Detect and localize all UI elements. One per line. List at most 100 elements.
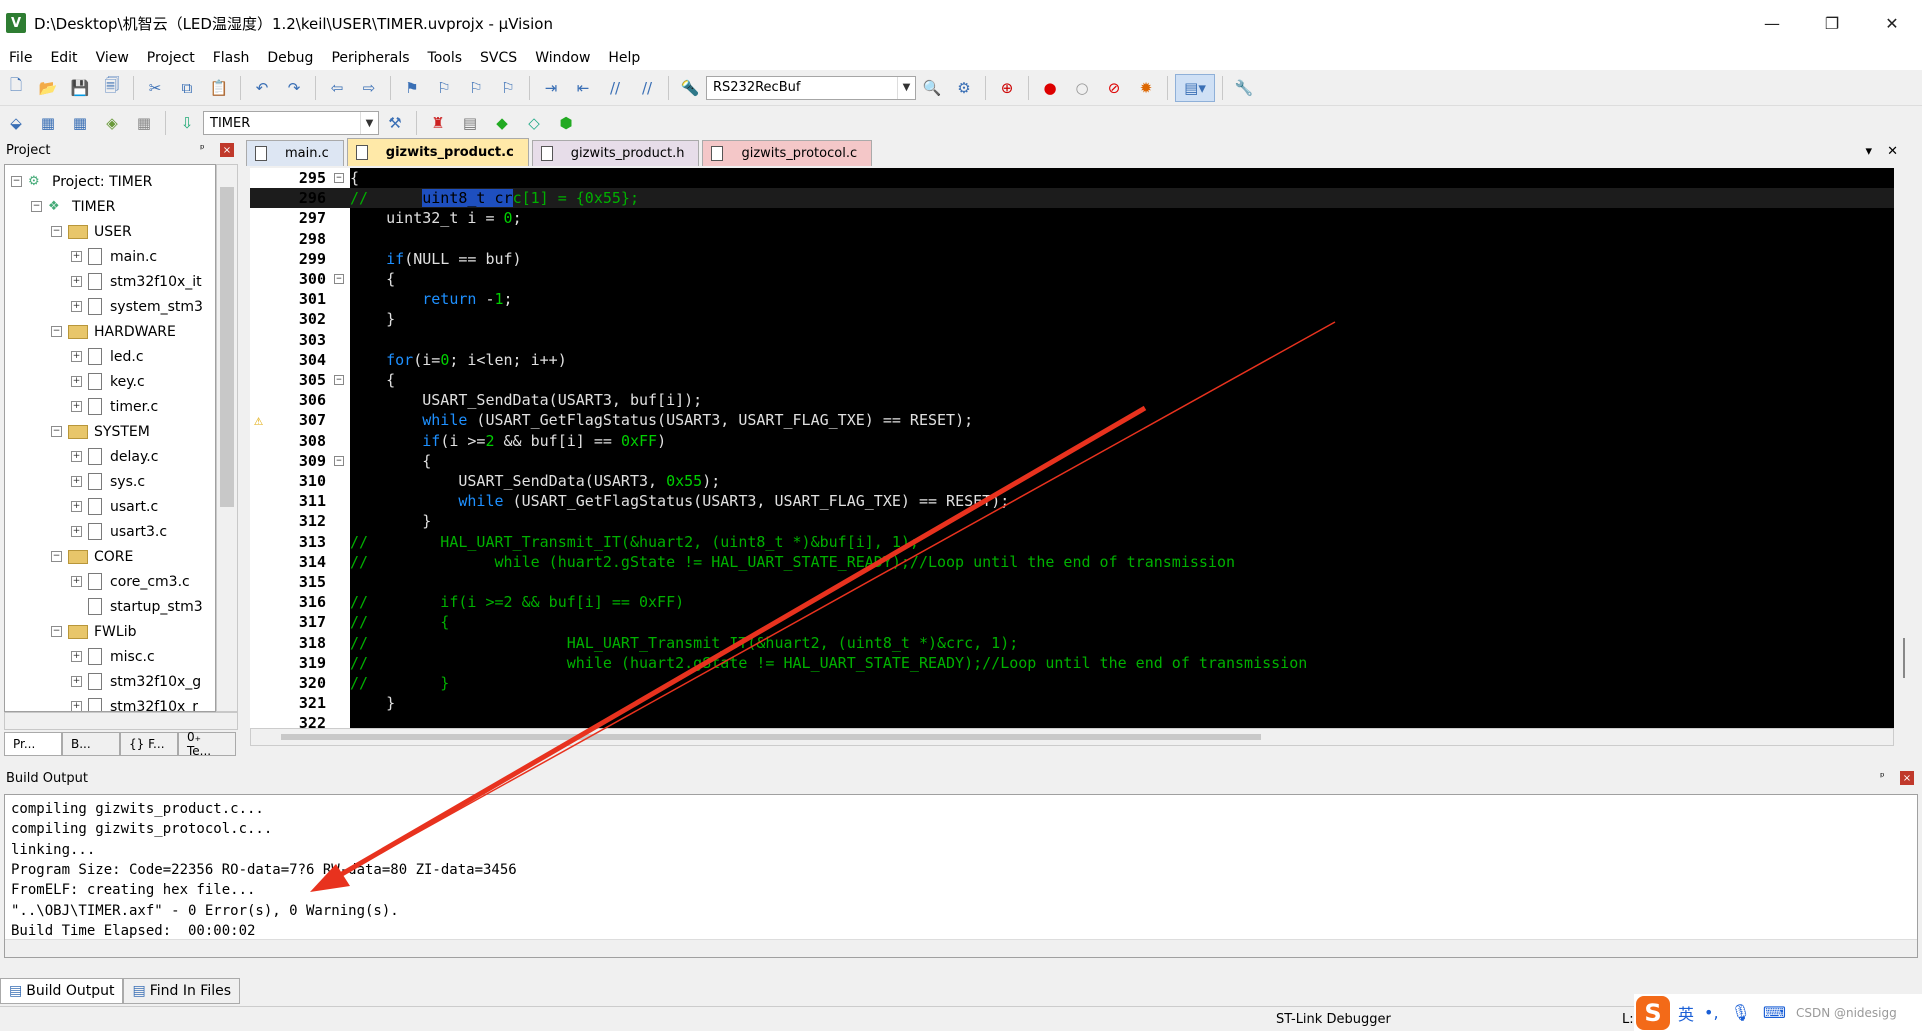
tree-item[interactable]: + core_cm3.c xyxy=(71,569,190,594)
tree-expander-icon[interactable]: − xyxy=(51,551,62,562)
translate-icon[interactable]: ⬙ xyxy=(2,109,30,137)
tree-expander-icon[interactable]: + xyxy=(71,351,82,362)
tree-expander-icon[interactable]: + xyxy=(71,476,82,487)
tree-item[interactable]: − ⚙ Project: TIMER xyxy=(11,169,152,194)
editor-vscrollbar[interactable] xyxy=(1894,168,1914,728)
fold-toggle-icon[interactable]: − xyxy=(334,173,344,183)
code-line[interactable]: 315 xyxy=(250,572,1894,592)
code-line[interactable]: 300− { xyxy=(250,269,1894,289)
tree-expander-icon[interactable]: + xyxy=(71,526,82,537)
pin-icon[interactable]: ᵖ xyxy=(1880,770,1885,783)
tree-item[interactable]: + stm32f10x_r xyxy=(71,694,198,711)
tree-expander-icon[interactable]: − xyxy=(11,176,22,187)
code-line[interactable]: 301 return -1; xyxy=(250,289,1894,309)
find-in-files-icon[interactable]: 🔦 xyxy=(676,74,704,102)
window-layout-icon[interactable]: ▤▾ xyxy=(1175,73,1215,102)
close-icon[interactable]: × xyxy=(1900,771,1914,785)
tree-item[interactable]: − SYSTEM xyxy=(51,419,150,444)
menu-debug[interactable]: Debug xyxy=(258,50,322,66)
code-line[interactable]: 308 if(i >=2 && buf[i] == 0xFF) xyxy=(250,431,1894,451)
clear-bookmarks-icon[interactable]: ⚐ xyxy=(494,74,522,102)
code-line[interactable]: 316 // if(i >=2 && buf[i] == 0xFF) xyxy=(250,592,1894,612)
fold-toggle-icon[interactable]: − xyxy=(334,274,344,284)
navigate-forward-icon[interactable]: ⇨ xyxy=(355,74,383,102)
tab-list-icon[interactable]: ▾ xyxy=(1865,144,1872,159)
code-line[interactable]: 306 USART_SendData(USART3, buf[i]); xyxy=(250,390,1894,410)
code-line[interactable]: 319 // while (huart2.gState != HAL_UART_S… xyxy=(250,653,1894,673)
tree-item[interactable]: + usart3.c xyxy=(71,519,167,544)
menu-file[interactable]: File xyxy=(0,50,41,66)
undo-icon[interactable]: ↶ xyxy=(248,74,276,102)
code-line[interactable]: 295−{ xyxy=(250,168,1894,188)
editor-tab[interactable]: gizwits_protocol.c xyxy=(702,140,873,166)
tree-item[interactable]: + delay.c xyxy=(71,444,158,469)
editor-tab[interactable]: gizwits_product.c xyxy=(346,138,529,166)
tree-expander-icon[interactable]: + xyxy=(71,501,82,512)
tree-item[interactable]: + led.c xyxy=(71,344,144,369)
comment-icon[interactable]: // xyxy=(601,74,629,102)
tree-expander-icon[interactable]: + xyxy=(71,576,82,587)
bookmark-icon[interactable]: ⚑ xyxy=(398,74,426,102)
paste-icon[interactable]: 📋 xyxy=(205,74,233,102)
tree-item[interactable]: − USER xyxy=(51,219,132,244)
incremental-find-icon[interactable]: ⚙ xyxy=(950,74,978,102)
code-line[interactable]: 318 // HAL_UART_Transmit_IT(&huart2, (uin… xyxy=(250,633,1894,653)
breakpoint-icon[interactable]: ● xyxy=(1036,74,1064,102)
editor-tab[interactable]: gizwits_product.h xyxy=(531,140,700,166)
unindent-icon[interactable]: ⇤ xyxy=(569,74,597,102)
tree-item[interactable]: + stm32f10x_g xyxy=(71,669,201,694)
menu-tools[interactable]: Tools xyxy=(419,50,472,66)
code-editor[interactable]: 295−{296// uint8_t crc[1] = {0x55}; 297 u… xyxy=(250,168,1894,728)
code-line[interactable]: 320 // } xyxy=(250,673,1894,693)
menu-flash[interactable]: Flash xyxy=(204,50,259,66)
tree-expander-icon[interactable]: − xyxy=(51,226,62,237)
target-options-icon[interactable]: ⚒ xyxy=(381,109,409,137)
punctuation-icon[interactable]: •, xyxy=(1704,1003,1719,1022)
tree-item[interactable]: + main.c xyxy=(71,244,157,269)
find-combo[interactable]: RS232RecBuf ▼ xyxy=(706,75,916,100)
editor-hscrollbar[interactable] xyxy=(250,728,1894,746)
build-output-hscrollbar[interactable] xyxy=(5,939,1917,957)
tree-item[interactable]: + misc.c xyxy=(71,644,155,669)
pack-installer-icon[interactable]: ◇ xyxy=(520,109,548,137)
stop-build-icon[interactable]: ▦ xyxy=(130,109,158,137)
code-line[interactable]: 303 xyxy=(250,330,1894,350)
tree-expander-icon[interactable]: + xyxy=(71,301,82,312)
tree-item[interactable]: startup_stm3 xyxy=(71,594,203,619)
find-icon[interactable]: 🔍 xyxy=(918,74,946,102)
menu-window[interactable]: Window xyxy=(526,50,599,66)
tree-expander-icon[interactable]: + xyxy=(71,276,82,287)
uncomment-icon[interactable]: // xyxy=(633,74,661,102)
menu-svcs[interactable]: SVCS xyxy=(471,50,526,66)
project-panel-tab[interactable]: 0₊ Te... xyxy=(178,730,236,758)
code-line[interactable]: 311 while (USART_GetFlagStatus(USART3, U… xyxy=(250,491,1894,511)
project-tree-hscrollbar[interactable] xyxy=(4,712,238,730)
tree-expander-icon[interactable]: − xyxy=(31,201,42,212)
keyboard-icon[interactable]: ⌨ xyxy=(1763,1003,1786,1022)
tree-item[interactable]: − CORE xyxy=(51,544,133,569)
code-line[interactable]: 317 // { xyxy=(250,612,1894,632)
code-line[interactable]: 305− { xyxy=(250,370,1894,390)
tree-item[interactable]: + usart.c xyxy=(71,494,158,519)
output-tab[interactable]: ▤ Build Output xyxy=(0,978,124,1004)
kill-all-breakpoints-icon[interactable]: ✹ xyxy=(1132,74,1160,102)
tree-item[interactable]: + stm32f10x_it xyxy=(71,269,202,294)
build-icon[interactable]: ▦ xyxy=(34,109,62,137)
indent-icon[interactable]: ⇥ xyxy=(537,74,565,102)
select-packs-icon[interactable]: ▤ xyxy=(456,109,484,137)
scroll-thumb[interactable] xyxy=(281,734,1261,740)
chevron-down-icon[interactable]: ▼ xyxy=(360,112,378,134)
scroll-thumb[interactable] xyxy=(220,187,234,507)
code-line[interactable]: 307 ⚠ while (USART_GetFlagStatus(USART3, … xyxy=(250,410,1894,430)
code-line[interactable]: 310 USART_SendData(USART3, 0x55); xyxy=(250,471,1894,491)
tree-expander-icon[interactable]: − xyxy=(51,626,62,637)
tree-expander-icon[interactable]: + xyxy=(71,676,82,687)
fold-toggle-icon[interactable]: − xyxy=(334,455,344,466)
download-icon[interactable]: ⇩ xyxy=(173,109,201,137)
disable-all-breakpoints-icon[interactable]: ⊘ xyxy=(1100,74,1128,102)
code-line[interactable]: 322 xyxy=(250,713,1894,728)
menu-help[interactable]: Help xyxy=(599,50,649,66)
manage-rte-icon[interactable]: ◆ xyxy=(488,109,516,137)
ime-language[interactable]: 英 xyxy=(1678,1001,1694,1025)
tree-item[interactable]: − HARDWARE xyxy=(51,319,176,344)
